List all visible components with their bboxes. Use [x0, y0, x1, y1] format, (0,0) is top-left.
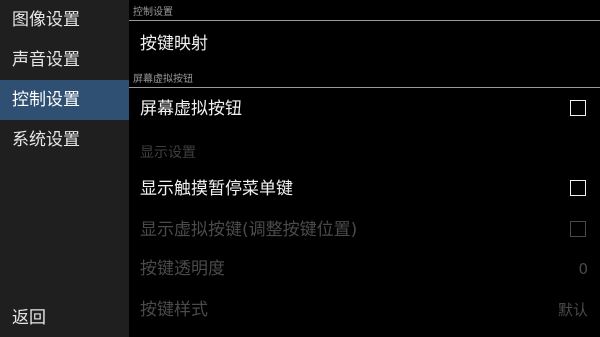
touch-pause-row[interactable]: 显示触摸暂停菜单键	[129, 169, 600, 209]
touch-pause-label: 显示触摸暂停菜单键	[140, 179, 293, 199]
sidebar-item-label: 声音设置	[12, 50, 80, 70]
divider	[129, 87, 600, 88]
touch-pause-checkbox[interactable]	[570, 180, 586, 196]
key-style-value: 默认	[557, 301, 588, 319]
key-opacity-row: 按键透明度 0	[129, 249, 600, 289]
sidebar-item-controls[interactable]: 控制设置	[0, 80, 129, 120]
sidebar-item-audio[interactable]: 声音设置	[0, 40, 129, 80]
back-button[interactable]: 返回	[12, 303, 46, 328]
sidebar: 图像设置 声音设置 控制设置 系统设置 返回	[0, 0, 129, 337]
divider	[129, 20, 600, 21]
section-header-virtual-buttons: 屏幕虚拟按钮	[133, 74, 193, 85]
sidebar-item-label: 图像设置	[12, 10, 80, 30]
key-opacity-value: 0	[578, 260, 588, 278]
virtual-buttons-row[interactable]: 屏幕虚拟按钮	[129, 89, 600, 129]
virtual-buttons-label: 屏幕虚拟按钮	[140, 99, 242, 119]
settings-panel: 控制设置 按键映射 屏幕虚拟按钮 屏幕虚拟按钮 显示设置 显示触摸暂停菜单键 显…	[129, 0, 600, 337]
show-virtual-keys-checkbox	[570, 221, 586, 237]
sidebar-item-graphics[interactable]: 图像设置	[0, 0, 129, 40]
section-header-controls: 控制设置	[133, 7, 173, 18]
key-opacity-label: 按键透明度	[140, 259, 225, 279]
sidebar-item-system[interactable]: 系统设置	[0, 120, 129, 160]
keymap-row[interactable]: 按键映射	[129, 24, 600, 64]
virtual-buttons-checkbox[interactable]	[570, 100, 586, 116]
sidebar-item-label: 系统设置	[12, 130, 80, 150]
keymap-label: 按键映射	[140, 34, 208, 54]
sidebar-item-label: 控制设置	[12, 90, 80, 110]
section-header-display: 显示设置	[140, 145, 196, 161]
show-virtual-keys-label: 显示虚拟按键(调整按键位置)	[140, 220, 358, 240]
show-virtual-keys-row: 显示虚拟按键(调整按键位置)	[129, 210, 600, 250]
key-style-row: 按键样式 默认	[129, 290, 600, 330]
key-style-label: 按键样式	[140, 300, 208, 320]
